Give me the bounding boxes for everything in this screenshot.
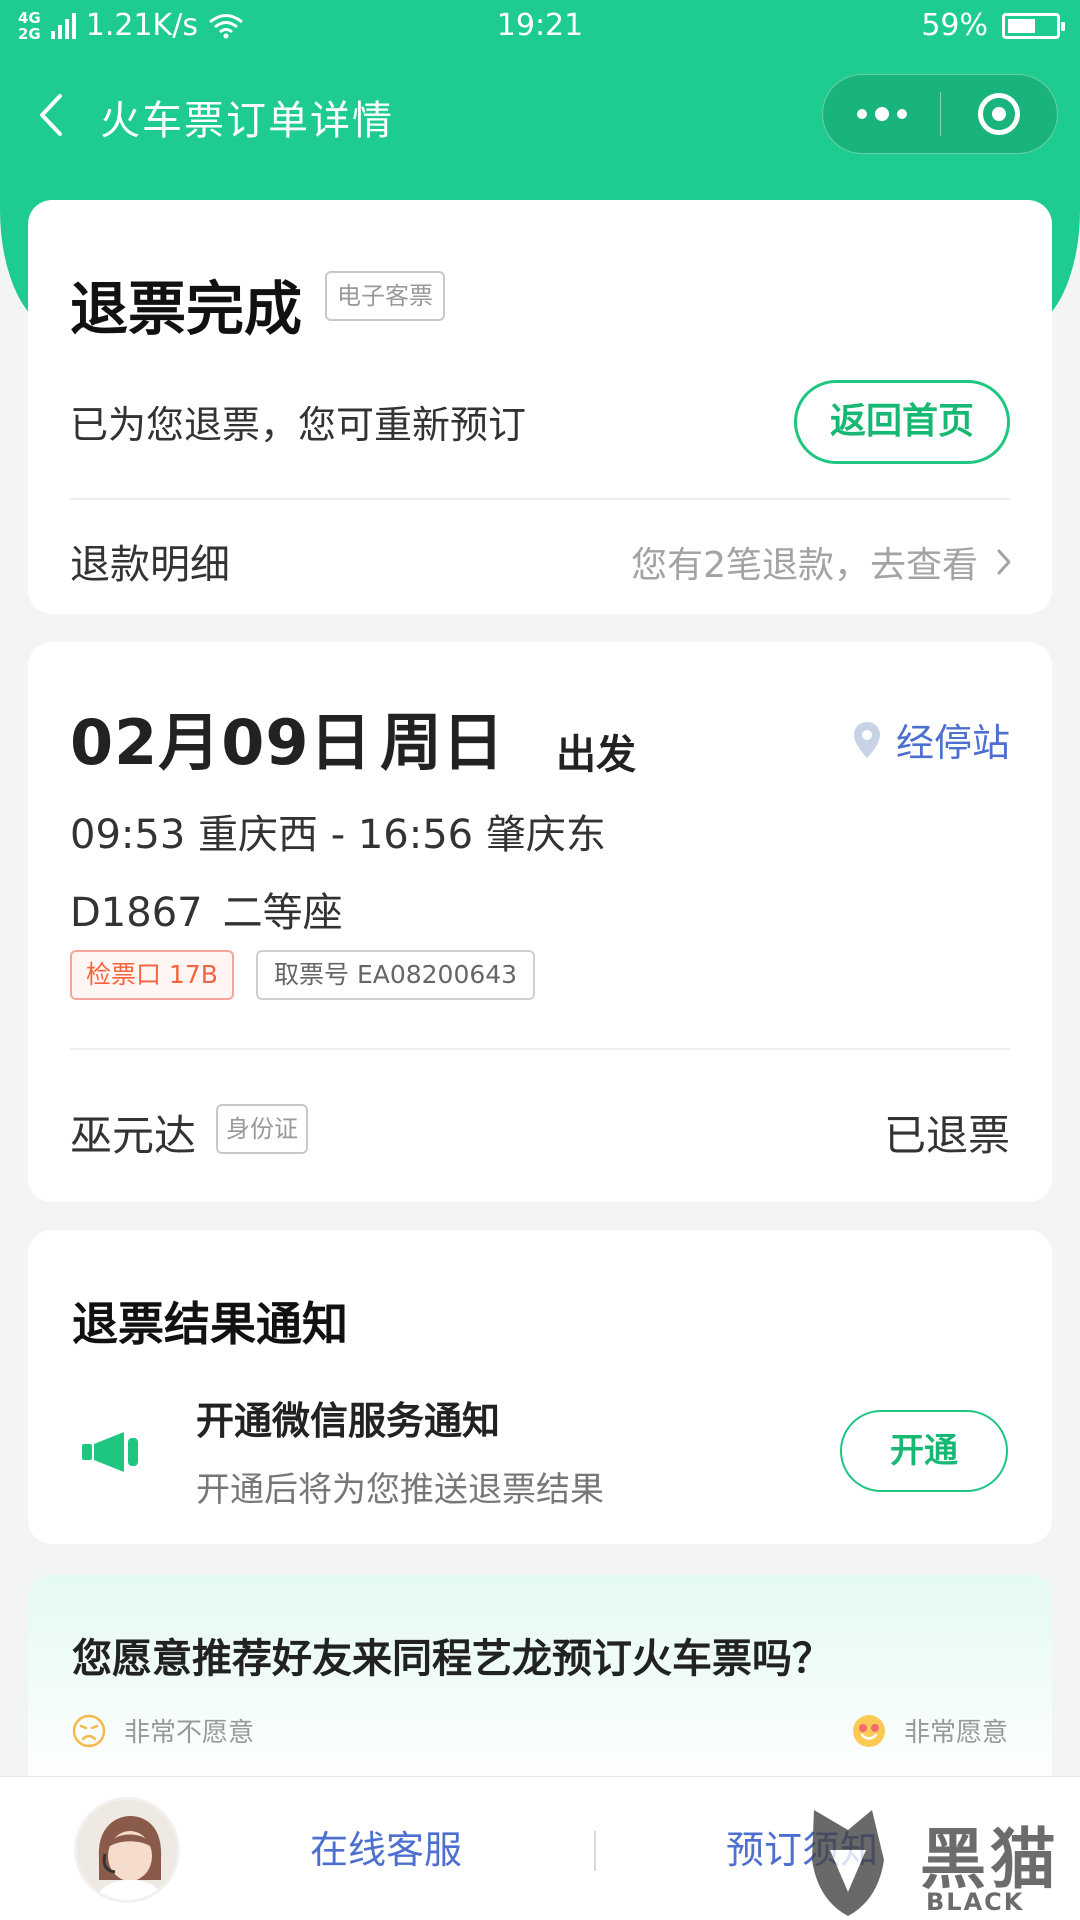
ticket-status: 已退票 [883, 1111, 1010, 1160]
chevron-left-icon[interactable] [34, 92, 68, 138]
divider [70, 498, 1010, 500]
refund-status-description: 已为您退票，您可重新预订 [70, 403, 527, 447]
survey-option-low[interactable]: 非常不愿意 [72, 1712, 254, 1749]
refund-detail-link-text: 您有2笔退款，去查看 [631, 545, 978, 586]
battery-percent: 59% [921, 8, 988, 43]
battery-icon [1002, 12, 1065, 39]
chevron-right-icon [997, 549, 1011, 575]
avatar-image [77, 1800, 177, 1900]
close-button[interactable] [941, 75, 1057, 153]
clock: 19:21 [496, 8, 584, 43]
divider [70, 1048, 1010, 1050]
status-bar: 4G 2G 1.21K/s 19:21 59% [0, 0, 1080, 54]
more-dots-icon[interactable] [823, 75, 940, 153]
service-description: 开通后将为您推送退票结果 [196, 1470, 604, 1510]
trip-date: 02月09日 [70, 706, 373, 779]
passenger-name: 巫元达 [70, 1111, 197, 1160]
survey-option-high[interactable]: 非常愿意 [852, 1712, 1008, 1749]
seat-class: 二等座 [222, 890, 343, 936]
train-info: D1867 二等座 [70, 880, 343, 938]
nav-bar: 火车票订单详情 [0, 70, 1080, 160]
refund-detail-link[interactable]: 您有2笔退款，去查看 [631, 536, 1012, 588]
notification-card: 退票结果通知 开通微信服务通知 开通后将为您推送退票结果 开通 [28, 1230, 1052, 1544]
refund-status-card: 退票完成 电子客票 已为您退票，您可重新预订 返回首页 退款明细 您有2笔退款，… [28, 200, 1052, 614]
love-face-icon [852, 1714, 885, 1747]
gate-badge: 检票口 17B [70, 950, 234, 1000]
notification-title: 退票结果通知 [72, 1297, 348, 1351]
survey-high-label: 非常愿意 [903, 1718, 1008, 1748]
customer-service-link[interactable]: 在线客服 [310, 1819, 462, 1874]
location-pin-icon [853, 721, 880, 758]
survey-question: 您愿意推荐好友来同程艺龙预订火车票吗？ [72, 1636, 832, 1682]
id-type-badge: 身份证 [216, 1104, 308, 1154]
depart-label: 出发 [556, 732, 636, 778]
sad-face-icon [72, 1714, 106, 1747]
trip-weekday: 周日 [380, 706, 505, 779]
stops-link-text: 经停站 [895, 721, 1010, 765]
survey-low-label: 非常不愿意 [124, 1718, 255, 1748]
trip-card: 02月09日 周日 出发 经停站 09:53 重庆西 - 16:56 肇庆东 D… [28, 642, 1052, 1202]
enable-notification-button[interactable]: 开通 [840, 1410, 1008, 1492]
page-title: 火车票订单详情 [100, 98, 394, 144]
target-close-icon [978, 93, 1020, 135]
refund-detail-label: 退款明细 [70, 542, 230, 588]
page: 4G 2G 1.21K/s 19:21 59% 火车票订单详情 退票完成 电子客… [0, 0, 1080, 1920]
service-title: 开通微信服务通知 [196, 1399, 501, 1443]
customer-service-avatar[interactable] [74, 1797, 180, 1903]
status-right: 59% [921, 8, 1065, 43]
survey-card: 您愿意推荐好友来同程艺龙预订火车票吗？ 非常不愿意 非常愿意 [28, 1574, 1052, 1794]
stops-link[interactable]: 经停站 [852, 712, 1010, 767]
ticket-number-badge: 取票号 EA08200643 [256, 950, 536, 1000]
battery-fill [1008, 18, 1035, 33]
megaphone-icon [82, 1432, 138, 1472]
mini-program-capsule [822, 74, 1058, 154]
refund-status-title: 退票完成 [70, 275, 303, 343]
bottom-bar-divider [594, 1831, 596, 1871]
trip-route: 09:53 重庆西 - 16:56 肇庆东 [70, 812, 606, 858]
train-number: D1867 [70, 890, 203, 936]
back-home-button[interactable]: 返回首页 [794, 380, 1010, 464]
watermark-subtext: BLACK CAT [926, 1888, 1025, 1920]
ticket-type-badge: 电子客票 [325, 271, 445, 321]
